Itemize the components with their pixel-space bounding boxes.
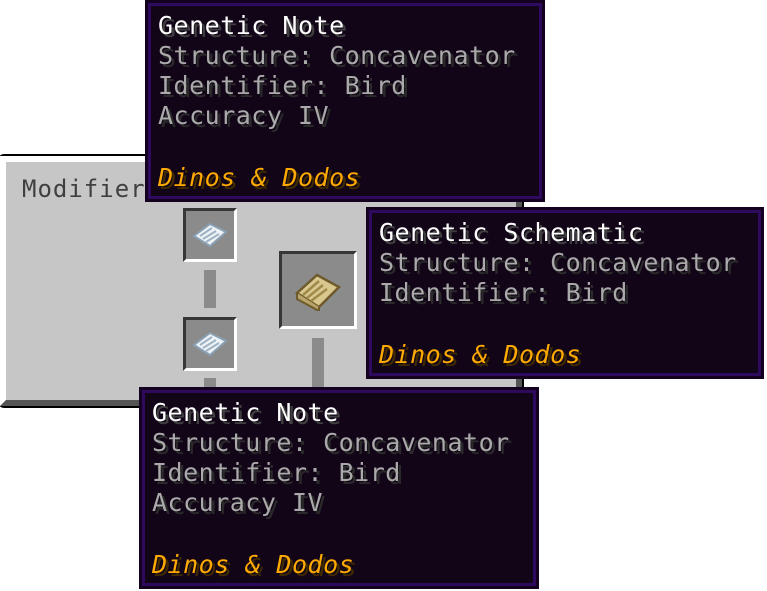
item-tooltip: Genetic Note Structure: Concavenator Ide… — [145, 0, 545, 202]
tooltip-line: Structure: Concavenator — [379, 248, 737, 277]
tooltip-line: Accuracy IV — [158, 101, 330, 130]
tooltip-line: Accuracy IV — [152, 488, 324, 517]
tooltip-title: Genetic Schematic — [379, 218, 644, 247]
input-slot-bottom[interactable] — [183, 317, 237, 371]
genetic-note-icon — [192, 222, 228, 248]
tooltip-line: Structure: Concavenator — [158, 41, 516, 70]
tooltip-mod-name: Dinos & Dodos — [158, 163, 361, 192]
output-slot[interactable] — [279, 251, 357, 329]
tooltip-line: Structure: Concavenator — [152, 428, 510, 457]
gui-title: Modifier — [22, 175, 146, 203]
genetic-note-icon — [192, 331, 228, 357]
tooltip-title: Genetic Note — [152, 398, 339, 427]
item-tooltip: Genetic Schematic Structure: Concavenato… — [366, 207, 764, 379]
tooltip-line: Identifier: Bird — [379, 278, 628, 307]
tooltip-mod-name: Dinos & Dodos — [152, 550, 355, 579]
genetic-schematic-icon — [294, 273, 342, 311]
slot-connector — [204, 270, 216, 308]
item-tooltip: Genetic Note Structure: Concavenator Ide… — [139, 387, 539, 589]
tooltip-line: Identifier: Bird — [158, 71, 407, 100]
tooltip-line: Identifier: Bird — [152, 458, 401, 487]
input-slot-top[interactable] — [183, 208, 237, 262]
slot-connector — [312, 338, 324, 388]
tooltip-title: Genetic Note — [158, 11, 345, 40]
tooltip-mod-name: Dinos & Dodos — [379, 340, 582, 369]
